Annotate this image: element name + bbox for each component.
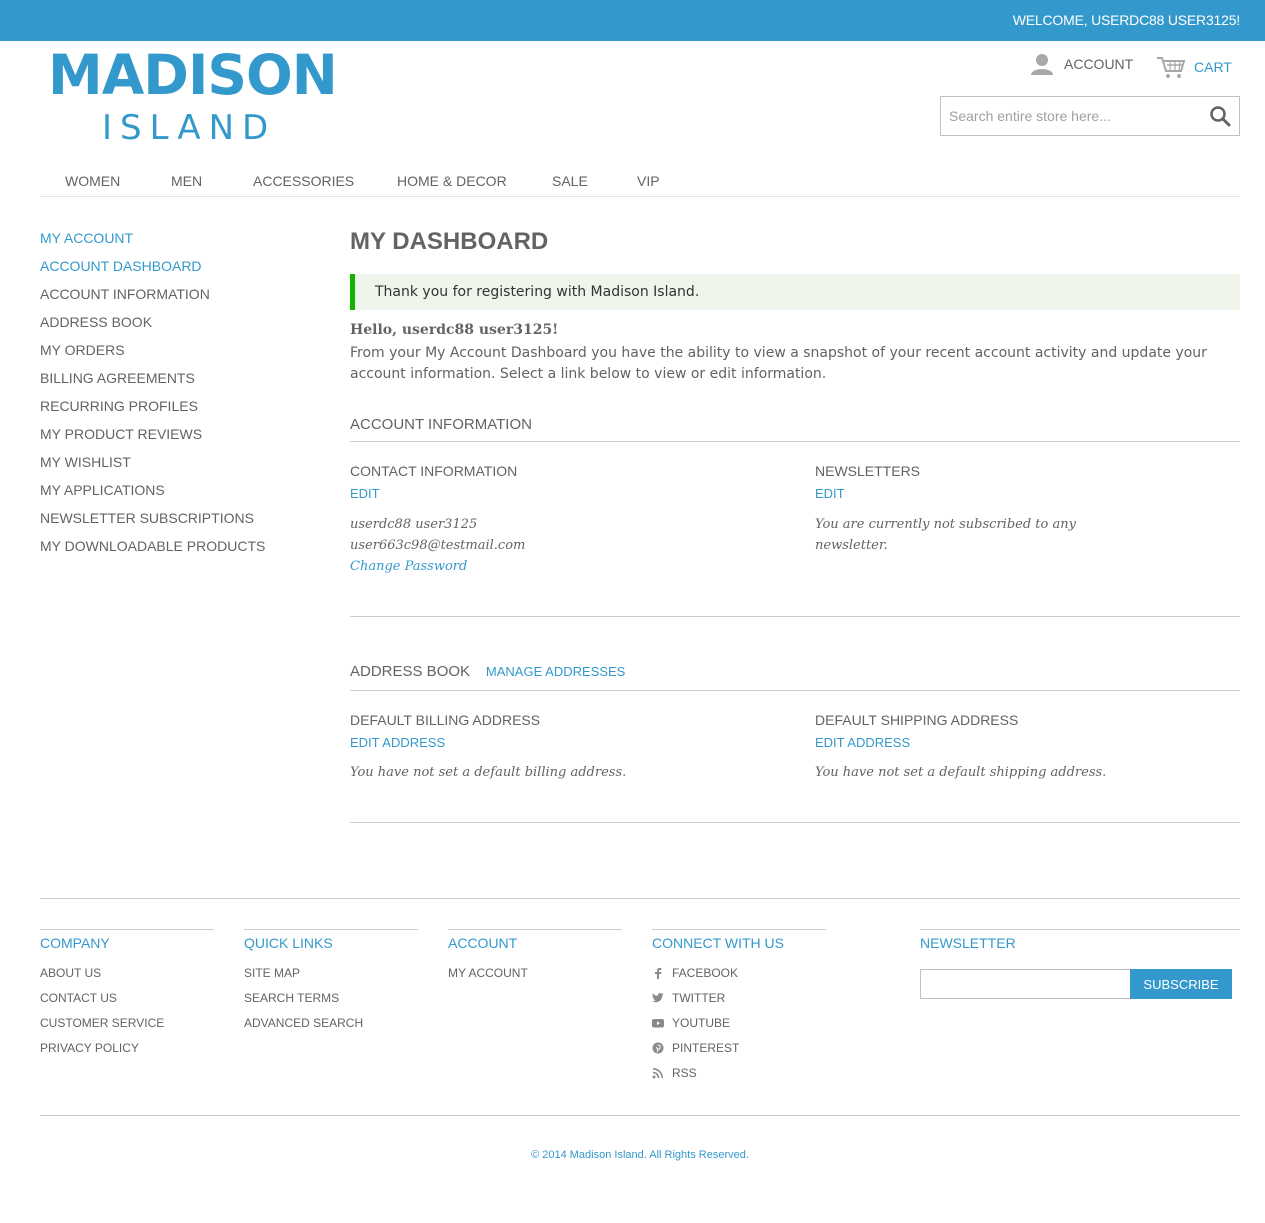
success-message: Thank you for registering with Madison I… — [350, 274, 1240, 310]
footer-newsletter: NEWSLETTER SUBSCRIBE — [920, 929, 1240, 999]
page-title: MY DASHBOARD — [350, 228, 549, 255]
logo-main-text: MADISON — [48, 43, 338, 107]
footer-top-divider — [40, 898, 1240, 899]
nav-item-men[interactable]: MEN — [171, 173, 202, 189]
account-link[interactable]: ACCOUNT — [1030, 52, 1133, 76]
rss-label: RSS — [672, 1065, 697, 1080]
sidebar-item-recurring-profiles[interactable]: RECURRING PROFILES — [40, 396, 320, 424]
customer-name: userdc88 user3125 — [350, 517, 478, 532]
nav-item-home-decor[interactable]: HOME & DECOR — [397, 173, 507, 189]
footer-link-facebook[interactable]: FACEBOOK — [652, 960, 826, 985]
newsletters-edit-link[interactable]: EDIT — [815, 486, 845, 501]
footer-company-title: COMPANY — [40, 935, 110, 951]
change-password-link[interactable]: Change Password — [350, 556, 467, 577]
nav-item-sale[interactable]: SALE — [552, 173, 588, 189]
rss-icon — [652, 1067, 663, 1078]
footer-bottom-divider — [40, 1115, 1240, 1116]
footer-link-contact-us[interactable]: CONTACT US — [40, 985, 214, 1010]
newsletter-email-input[interactable] — [920, 969, 1131, 999]
search-input[interactable] — [941, 97, 1201, 135]
sidebar-item-wishlist[interactable]: MY WISHLIST — [40, 452, 320, 480]
address-book-heading: ADDRESS BOOK — [350, 663, 471, 680]
copyright-text: © 2014 Madison Island. All Rights Reserv… — [531, 1149, 749, 1161]
footer-link-rss[interactable]: RSS — [652, 1060, 826, 1085]
footer-quick-links: QUICK LINKS SITE MAP SEARCH TERMS ADVANC… — [244, 929, 418, 1035]
default-shipping-title: DEFAULT SHIPPING ADDRESS — [815, 712, 1019, 728]
sidebar-item-address-book[interactable]: ADDRESS BOOK — [40, 312, 320, 340]
account-information-heading: ACCOUNT INFORMATION — [350, 416, 532, 433]
footer-link-site-map[interactable]: SITE MAP — [244, 960, 418, 985]
account-information-header: ACCOUNT INFORMATION — [350, 416, 1240, 442]
user-icon — [1031, 54, 1053, 75]
manage-addresses-link[interactable]: MANAGE ADDRESSES — [486, 664, 625, 679]
sidebar-item-product-reviews[interactable]: MY PRODUCT REVIEWS — [40, 424, 320, 452]
sidebar-item-account-information[interactable]: ACCOUNT INFORMATION — [40, 284, 320, 312]
footer-link-advanced-search[interactable]: ADVANCED SEARCH — [244, 1010, 418, 1035]
twitter-icon — [652, 992, 664, 1002]
search-icon[interactable] — [1209, 105, 1231, 127]
footer-quick-links-title: QUICK LINKS — [244, 935, 333, 951]
sidebar-item-billing-agreements[interactable]: BILLING AGREEMENTS — [40, 368, 320, 396]
nav-item-vip[interactable]: VIP — [637, 173, 660, 189]
newsletters-title: NEWSLETTERS — [815, 463, 921, 479]
customer-email: user663c98@testmail.com — [350, 538, 526, 553]
subscribe-button[interactable]: SUBSCRIBE — [1130, 969, 1232, 999]
shipping-edit-address-link[interactable]: EDIT ADDRESS — [815, 735, 910, 750]
footer-link-youtube[interactable]: YOUTUBE — [652, 1010, 826, 1035]
pinterest-icon — [652, 1042, 664, 1053]
section-divider — [350, 822, 1240, 823]
billing-edit-address-link[interactable]: EDIT ADDRESS — [350, 735, 445, 750]
welcome-message: WELCOME, USERDC88 USER3125! — [1012, 12, 1240, 28]
youtube-icon — [652, 1018, 664, 1027]
footer-connect-title: CONNECT WITH US — [652, 935, 784, 951]
cart-icon — [1157, 57, 1186, 78]
pinterest-label: PINTEREST — [672, 1040, 740, 1055]
contact-edit-link[interactable]: EDIT — [350, 486, 380, 501]
address-book-header: ADDRESS BOOK MANAGE ADDRESSES — [350, 663, 1240, 691]
logo-sub-text: ISLAND — [102, 108, 277, 148]
account-label: ACCOUNT — [1064, 56, 1134, 72]
cart-link[interactable]: CART — [1156, 55, 1232, 79]
sidebar-item-downloadable-products[interactable]: MY DOWNLOADABLE PRODUCTS — [40, 536, 320, 564]
section-divider — [350, 616, 1240, 617]
youtube-label: YOUTUBE — [672, 1015, 731, 1030]
sidebar-item-applications[interactable]: MY APPLICATIONS — [40, 480, 320, 508]
newsletters-status: You are currently not subscribed to any … — [815, 517, 1076, 553]
sidebar-title: MY ACCOUNT — [40, 230, 134, 246]
sidebar-item-newsletter-subscriptions[interactable]: NEWSLETTER SUBSCRIPTIONS — [40, 508, 320, 536]
nav-item-women[interactable]: WOMEN — [65, 173, 120, 189]
billing-address-text: You have not set a default billing addre… — [350, 765, 627, 780]
search-box — [940, 96, 1240, 136]
footer-link-search-terms[interactable]: SEARCH TERMS — [244, 985, 418, 1010]
hello-greeting: Hello, userdc88 user3125! — [350, 322, 559, 338]
footer-link-my-account[interactable]: MY ACCOUNT — [448, 960, 622, 985]
footer-link-pinterest[interactable]: PINTEREST — [652, 1035, 826, 1060]
facebook-icon — [655, 967, 662, 979]
nav-item-accessories[interactable]: ACCESSORIES — [253, 173, 354, 189]
top-bar: WELCOME, USERDC88 USER3125! — [0, 0, 1265, 41]
footer-account-title: ACCOUNT — [448, 935, 518, 951]
footer-connect: CONNECT WITH US FACEBOOK TWITTER YOUTUBE… — [652, 929, 826, 1085]
footer-link-customer-service[interactable]: CUSTOMER SERVICE — [40, 1010, 214, 1035]
footer-newsletter-title: NEWSLETTER — [920, 935, 1016, 951]
footer-link-privacy-policy[interactable]: PRIVACY POLICY — [40, 1035, 214, 1060]
shipping-address-text: You have not set a default shipping addr… — [815, 765, 1107, 780]
facebook-label: FACEBOOK — [672, 965, 739, 980]
footer-account: ACCOUNT MY ACCOUNT — [448, 929, 622, 985]
sidebar-item-my-orders[interactable]: MY ORDERS — [40, 340, 320, 368]
account-sidebar: MY ACCOUNT ACCOUNT DASHBOARD ACCOUNT INF… — [40, 228, 320, 564]
contact-information-title: CONTACT INFORMATION — [350, 463, 518, 479]
twitter-label: TWITTER — [672, 990, 726, 1005]
success-message-text: Thank you for registering with Madison I… — [375, 284, 700, 300]
default-billing-title: DEFAULT BILLING ADDRESS — [350, 712, 541, 728]
dashboard-intro: From your My Account Dashboard you have … — [350, 345, 1207, 382]
sidebar-item-account-dashboard[interactable]: ACCOUNT DASHBOARD — [40, 256, 320, 284]
cart-label: CART — [1194, 59, 1232, 75]
footer-company: COMPANY ABOUT US CONTACT US CUSTOMER SER… — [40, 929, 214, 1060]
logo[interactable]: MADISON ISLAND — [48, 44, 338, 149]
footer-link-twitter[interactable]: TWITTER — [652, 985, 826, 1010]
main-nav: WOMEN MEN ACCESSORIES HOME & DECOR SALE … — [40, 160, 1240, 197]
footer-link-about-us[interactable]: ABOUT US — [40, 960, 214, 985]
